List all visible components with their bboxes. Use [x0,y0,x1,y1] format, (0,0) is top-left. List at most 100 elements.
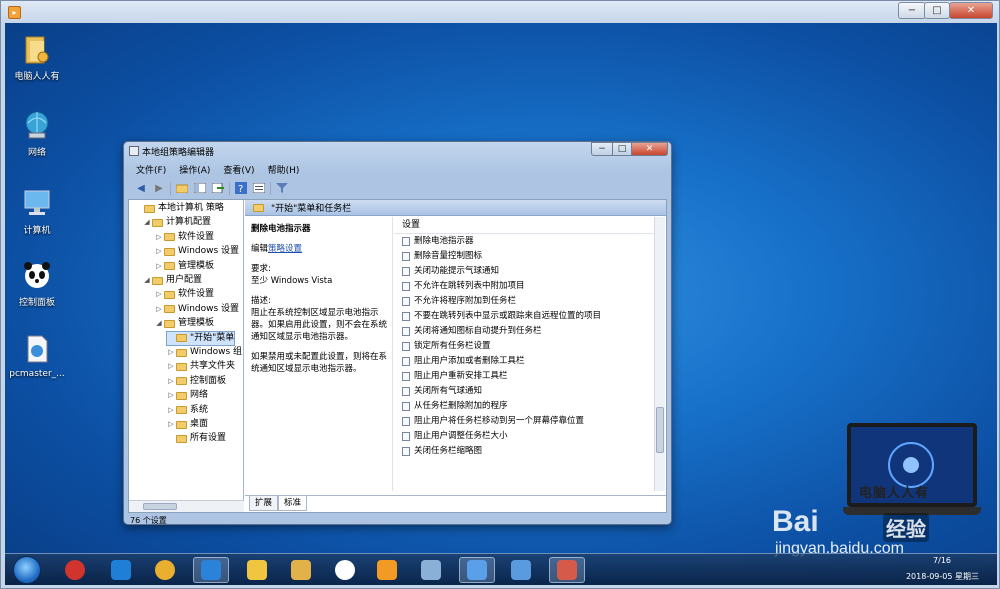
desktop-icon-user-folder[interactable]: 电脑人人有 [5,33,69,82]
edit-policy-link[interactable]: 策略设置 [268,244,302,254]
menu-file[interactable]: 文件(F) [136,164,166,178]
expand-arrow-icon[interactable]: ▷ [167,375,175,388]
clock-date[interactable]: 2018-09-05 星期三 [906,571,979,582]
menu-view[interactable]: 查看(V) [223,164,254,178]
tree-node[interactable]: ▷ Windows 组 [167,346,242,359]
taskbar-app-button[interactable] [459,557,495,583]
taskbar-app-button[interactable] [147,557,183,583]
settings-list-item[interactable]: 关闭所有气球通知 [394,384,664,399]
settings-vertical-scrollbar[interactable] [654,217,665,491]
menu-help[interactable]: 帮助(H) [268,164,300,178]
expand-arrow-icon[interactable]: ▷ [167,418,175,431]
outer-close-button[interactable]: ✕ [949,2,993,19]
tab-standard[interactable]: 标准 [278,496,308,511]
settings-list-item[interactable]: 不要在跳转列表中显示或跟踪来自远程位置的项目 [394,309,664,324]
gpe-maximize-button[interactable]: □ [612,142,632,156]
clock-time[interactable]: 7/16 [933,556,951,565]
tree-node[interactable]: ◢ 用户配置 [143,274,202,287]
settings-list-item[interactable]: 关闭功能提示气球通知 [394,264,664,279]
taskbar-app-button[interactable] [103,557,139,583]
settings-column-header[interactable]: 设置 [394,217,664,234]
desktop-icon-control-panel[interactable]: 控制面板 [5,259,69,308]
tree-scroll-thumb[interactable] [143,503,177,510]
expand-arrow-icon[interactable]: ▷ [167,389,175,402]
tree-node[interactable]: ◢ 计算机配置 [143,216,211,229]
settings-list-item[interactable]: 锁定所有任务栏设置 [394,339,664,354]
settings-list-item[interactable]: 删除电池指示器 [394,234,664,249]
tree-node[interactable]: 所有设置 [167,432,226,445]
tree-node[interactable]: ▷ 网络 [167,389,208,402]
settings-scroll-thumb[interactable] [656,407,664,453]
help-icon[interactable]: ? [234,182,248,195]
expand-arrow-icon[interactable]: ▷ [155,288,163,301]
expand-arrow-icon[interactable]: ▷ [167,360,175,373]
properties-icon[interactable] [252,182,266,195]
up-folder-icon[interactable] [175,182,189,195]
tree-node[interactable]: ▷ 软件设置 [155,288,214,301]
jingyan-watermark: 经验 [883,513,929,542]
expand-arrow-icon[interactable]: ◢ [143,216,151,229]
settings-list-item[interactable]: 删除音量控制图标 [394,249,664,264]
tree-node[interactable]: 本地计算机 策略 [135,202,224,215]
tree-node[interactable]: ▷ 系统 [167,404,208,417]
tree-node[interactable]: ▷ 控制面板 [167,375,226,388]
menu-action[interactable]: 操作(A) [179,164,210,178]
gpe-minimize-button[interactable]: − [591,142,613,156]
taskbar-app-button[interactable] [57,557,93,583]
desktop-icon-network[interactable]: 网络 [5,109,69,158]
taskbar-app-button[interactable] [327,557,363,583]
settings-list-item[interactable]: 关闭将通知图标自动提升到任务栏 [394,324,664,339]
export-list-icon[interactable] [211,182,225,195]
tree-node[interactable]: ▷ 管理模板 [155,260,214,273]
folder-icon [176,420,187,429]
tree-node[interactable]: ▷ 软件设置 [155,231,214,244]
show-tree-icon[interactable] [193,182,207,195]
tree-node[interactable]: ◢ 管理模板 [155,317,214,330]
tree-node[interactable]: ▷ 共享文件夹 [167,360,235,373]
tree-node[interactable]: ▷ Windows 设置 [155,245,239,258]
expand-arrow-icon[interactable]: ▷ [155,231,163,244]
taskbar-app-button[interactable] [239,557,275,583]
start-button[interactable] [13,556,41,584]
expand-arrow-icon[interactable]: ◢ [155,317,163,330]
settings-list-item[interactable]: 阻止用户将任务栏移动到另一个屏幕停靠位置 [394,414,664,429]
forward-arrow-icon[interactable]: ▶ [152,182,166,195]
settings-list-item[interactable]: 阻止用户重新安排工具栏 [394,369,664,384]
settings-list-item[interactable]: 不允许在跳转列表中附加项目 [394,279,664,294]
desktop-icon-pcmaster[interactable]: pcmaster_... [5,333,69,379]
taskbar-app-button[interactable] [369,557,405,583]
back-arrow-icon[interactable]: ◀ [134,182,148,195]
policy-setting-icon [402,372,410,381]
tree-horizontal-scrollbar[interactable] [129,500,244,512]
settings-list-item[interactable]: 阻止用户调整任务栏大小 [394,429,664,444]
expand-arrow-icon[interactable]: ▷ [155,245,163,258]
taskbar-app-button[interactable] [193,557,229,583]
expand-arrow-icon[interactable]: ▷ [167,404,175,417]
tree-node[interactable]: ▷ 桌面 [167,418,208,431]
settings-list-item[interactable]: 从任务栏删除附加的程序 [394,399,664,414]
expand-arrow-icon[interactable]: ▷ [167,346,175,359]
gpe-close-button[interactable]: ✕ [631,142,668,156]
settings-list-item[interactable]: 关闭任务栏缩略图 [394,444,664,459]
taskbar-app-button[interactable] [503,557,539,583]
taskbar-app-button[interactable] [283,557,319,583]
tab-extended[interactable]: 扩展 [249,496,279,511]
settings-list-item[interactable]: 不允许将程序附加到任务栏 [394,294,664,309]
expand-arrow-icon[interactable]: ▷ [155,303,163,316]
policy-setting-icon [402,252,410,261]
expand-arrow-icon[interactable]: ▷ [155,260,163,273]
taskbar-app-button[interactable] [549,557,585,583]
outer-title-bar[interactable]: ▸ − □ ✕ [1,1,999,23]
desktop-icon-computer[interactable]: 计算机 [5,187,69,236]
tree-node[interactable]: ▷ Windows 设置 [155,303,239,316]
settings-list-item[interactable]: 阻止用户添加或者删除工具栏 [394,354,664,369]
expand-arrow-icon[interactable]: ◢ [143,274,151,287]
outer-minimize-button[interactable]: − [898,2,926,19]
taskbar-app-button[interactable] [413,557,449,583]
filter-icon[interactable] [275,182,289,195]
gpe-icon [557,560,577,580]
desktop-icon-label: pcmaster_... [9,369,65,379]
tree-node[interactable]: "开始"菜单 [165,330,236,346]
policy-tree[interactable]: 本地计算机 策略 ◢ 计算机配置 ▷ 软件设置 ▷ Windows 设置 ▷ 管理模板 ◢ 用户配置… [129,200,244,500]
outer-maximize-button[interactable]: □ [924,2,950,19]
